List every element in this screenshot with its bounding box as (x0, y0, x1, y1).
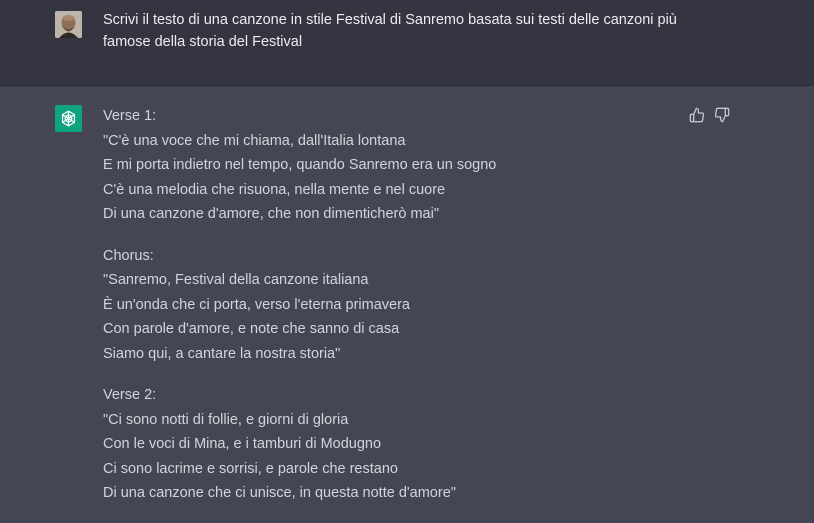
user-avatar (55, 11, 82, 38)
stanza-title: Verse 2: (103, 387, 157, 403)
assistant-message: Verse 1: "C'è una voce che mi chiama, da… (0, 86, 814, 516)
feedback-buttons (689, 107, 730, 123)
stanza-title: Chorus: (103, 247, 154, 264)
assistant-avatar (55, 105, 82, 132)
lyric-line: Di una canzone d'amore, che non dimentic… (103, 206, 439, 222)
lyric-line: Ci sono lacrime e sorrisi, e parole che … (103, 460, 398, 477)
user-message-text: Scrivi il testo di una canzone in stile … (103, 12, 677, 50)
lyric-line: È un'onda che ci porta, verso l'eterna p… (103, 296, 410, 313)
lyric-line: C'è una melodia che risuona, nella mente… (103, 181, 446, 198)
lyric-line: Con le voci di Mina, e i tamburi di Modu… (103, 436, 382, 452)
user-message: Scrivi il testo di una canzone in stile … (0, 0, 814, 86)
lyric-line: Con parole d'amore, e note che sanno di … (103, 321, 400, 337)
openai-logo-icon (61, 110, 76, 127)
lyric-line: Di una canzone che ci unisce, in questa … (103, 485, 456, 501)
lyric-line: "C'è una voce che mi chiama, dall'Italia… (103, 132, 406, 149)
assistant-response: Verse 1: "C'è una voce che mi chiama, da… (103, 104, 663, 523)
thumbs-down-button[interactable] (714, 107, 730, 123)
thumbs-up-icon (689, 107, 705, 123)
stanza-verse-1: Verse 1: "C'è una voce che mi chiama, da… (103, 104, 663, 227)
user-avatar-photo (55, 11, 82, 38)
lyric-line: "Sanremo, Festival della canzone italian… (103, 272, 369, 288)
lyric-line: E mi porta indietro nel tempo, quando Sa… (103, 157, 497, 173)
stanza-title: Verse 1: (103, 108, 157, 124)
lyric-line: Siamo qui, a cantare la nostra storia" (103, 345, 341, 362)
stanza-verse-2: Verse 2: "Ci sono notti di follie, e gio… (103, 383, 663, 506)
thumbs-up-button[interactable] (689, 107, 705, 123)
lyric-line: "Ci sono notti di follie, e giorni di gl… (103, 411, 349, 428)
thumbs-down-icon (714, 107, 730, 123)
stanza-chorus: Chorus: "Sanremo, Festival della canzone… (103, 244, 663, 367)
